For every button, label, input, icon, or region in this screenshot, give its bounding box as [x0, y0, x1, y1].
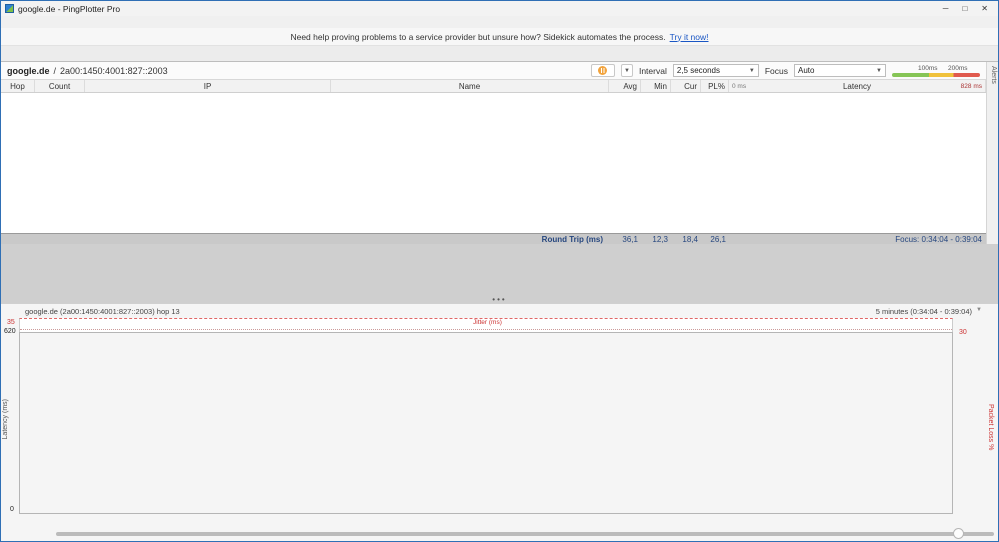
- latency-axis-title: Latency (ms): [2, 399, 9, 440]
- app-icon: [5, 4, 14, 13]
- legend-100ms-label: 100ms: [918, 64, 938, 72]
- target-separator: /: [53, 65, 57, 76]
- hop-table-body: [1, 93, 986, 233]
- target-address: 2a00:1450:4001:827::2003: [60, 65, 168, 76]
- focus-range-text: Focus: 0:34:04 - 0:39:04: [895, 234, 982, 244]
- focus-select[interactable]: Auto ▼: [794, 64, 886, 77]
- menu-bar: [1, 16, 998, 28]
- latency-loss-plot[interactable]: [19, 332, 953, 514]
- interval-select[interactable]: 2,5 seconds ▼: [672, 64, 759, 77]
- summary-pl: 26,1: [710, 234, 726, 244]
- summary-min: 12,3: [652, 234, 668, 244]
- time-axis: [19, 515, 953, 525]
- summary-row: Round Trip (ms) 36,1 12,3 18,4 26,1 Focu…: [1, 233, 986, 244]
- latency-header-label: Latency: [842, 81, 872, 91]
- jitter-baseline: [20, 329, 952, 330]
- chevron-down-icon: ▼: [748, 67, 755, 74]
- col-header-cur[interactable]: Cur: [671, 80, 701, 92]
- latency-color-legend: 100ms 200ms: [892, 65, 980, 77]
- graph-title: google.de (2a00:1450:4001:827::2003) hop…: [25, 307, 180, 316]
- col-header-name[interactable]: Name: [331, 80, 609, 92]
- interval-label: Interval: [638, 65, 667, 76]
- timeline-graph-panel: google.de (2a00:1450:4001:827::2003) hop…: [1, 303, 998, 541]
- table-header-row: Hop Count IP Name Avg Min Cur PL% 0 ms L…: [1, 80, 986, 93]
- timeline-scrollbar[interactable]: [56, 532, 994, 536]
- title-bar: google.de - PingPlotter Pro ─ □ ✕: [1, 1, 998, 16]
- tab-bar: [1, 46, 998, 62]
- pause-dropdown-button[interactable]: ▼: [620, 64, 633, 77]
- graph-timescale[interactable]: 5 minutes (0:34:04 - 0:39:04): [876, 307, 972, 316]
- timeline-scroll-knob[interactable]: [953, 528, 964, 539]
- latency-scale-max: 828 ms: [960, 82, 982, 90]
- col-header-latency[interactable]: 0 ms Latency 828 ms: [729, 80, 986, 92]
- loss-axis-title: Packet Loss %: [987, 404, 994, 451]
- chevron-down-icon: ▼: [876, 67, 882, 74]
- target-header: google.de / 2a00:1450:4001:827::2003 ▼ I…: [1, 62, 986, 80]
- col-header-pl[interactable]: PL%: [701, 80, 729, 92]
- pause-icon: [598, 66, 608, 75]
- summary-cur: 18,4: [682, 234, 698, 244]
- col-header-count[interactable]: Count: [35, 80, 85, 92]
- col-header-ip[interactable]: IP: [85, 80, 331, 92]
- latency-axis-max: 620: [4, 328, 16, 335]
- chevron-down-icon[interactable]: ▼: [976, 307, 982, 313]
- window-title: google.de - PingPlotter Pro: [18, 3, 121, 14]
- graph-header: google.de (2a00:1450:4001:827::2003) hop…: [1, 306, 998, 318]
- maximize-button[interactable]: □: [962, 4, 967, 13]
- focus-label: Focus: [764, 65, 788, 76]
- col-header-hop[interactable]: Hop: [1, 80, 35, 92]
- latency-axis-min: 0: [10, 506, 14, 513]
- round-trip-label: Round Trip (ms): [541, 234, 603, 244]
- close-button[interactable]: ✕: [981, 4, 988, 13]
- jitter-axis-label: Jitter (ms): [471, 319, 504, 326]
- target-host: google.de: [7, 65, 50, 76]
- notification-bar: Need help proving problems to a service …: [1, 28, 998, 46]
- col-header-avg[interactable]: Avg: [609, 80, 641, 92]
- notification-text: Need help proving problems to a service …: [290, 31, 666, 42]
- loss-axis-max: 30: [959, 329, 967, 336]
- latency-scale-min: 0 ms: [732, 82, 747, 90]
- alerts-side-tab[interactable]: Alerts: [990, 66, 997, 84]
- try-it-now-link[interactable]: Try it now!: [670, 32, 709, 42]
- pingplotter-window: google.de - PingPlotter Pro ─ □ ✕ Need h…: [0, 0, 999, 542]
- summary-avg: 36,1: [622, 234, 638, 244]
- legend-gradient-bar: [892, 72, 980, 77]
- legend-200ms-label: 200ms: [948, 64, 968, 72]
- jitter-axis-max: 35: [7, 319, 15, 326]
- focus-value: Auto: [798, 66, 815, 75]
- pause-button[interactable]: [590, 64, 615, 77]
- alerts-gutter: Alerts: [986, 62, 998, 244]
- interval-value: 2,5 seconds: [676, 66, 720, 75]
- minimize-button[interactable]: ─: [943, 4, 949, 13]
- panel-splitter-handle[interactable]: •••: [1, 295, 998, 304]
- col-header-min[interactable]: Min: [641, 80, 671, 92]
